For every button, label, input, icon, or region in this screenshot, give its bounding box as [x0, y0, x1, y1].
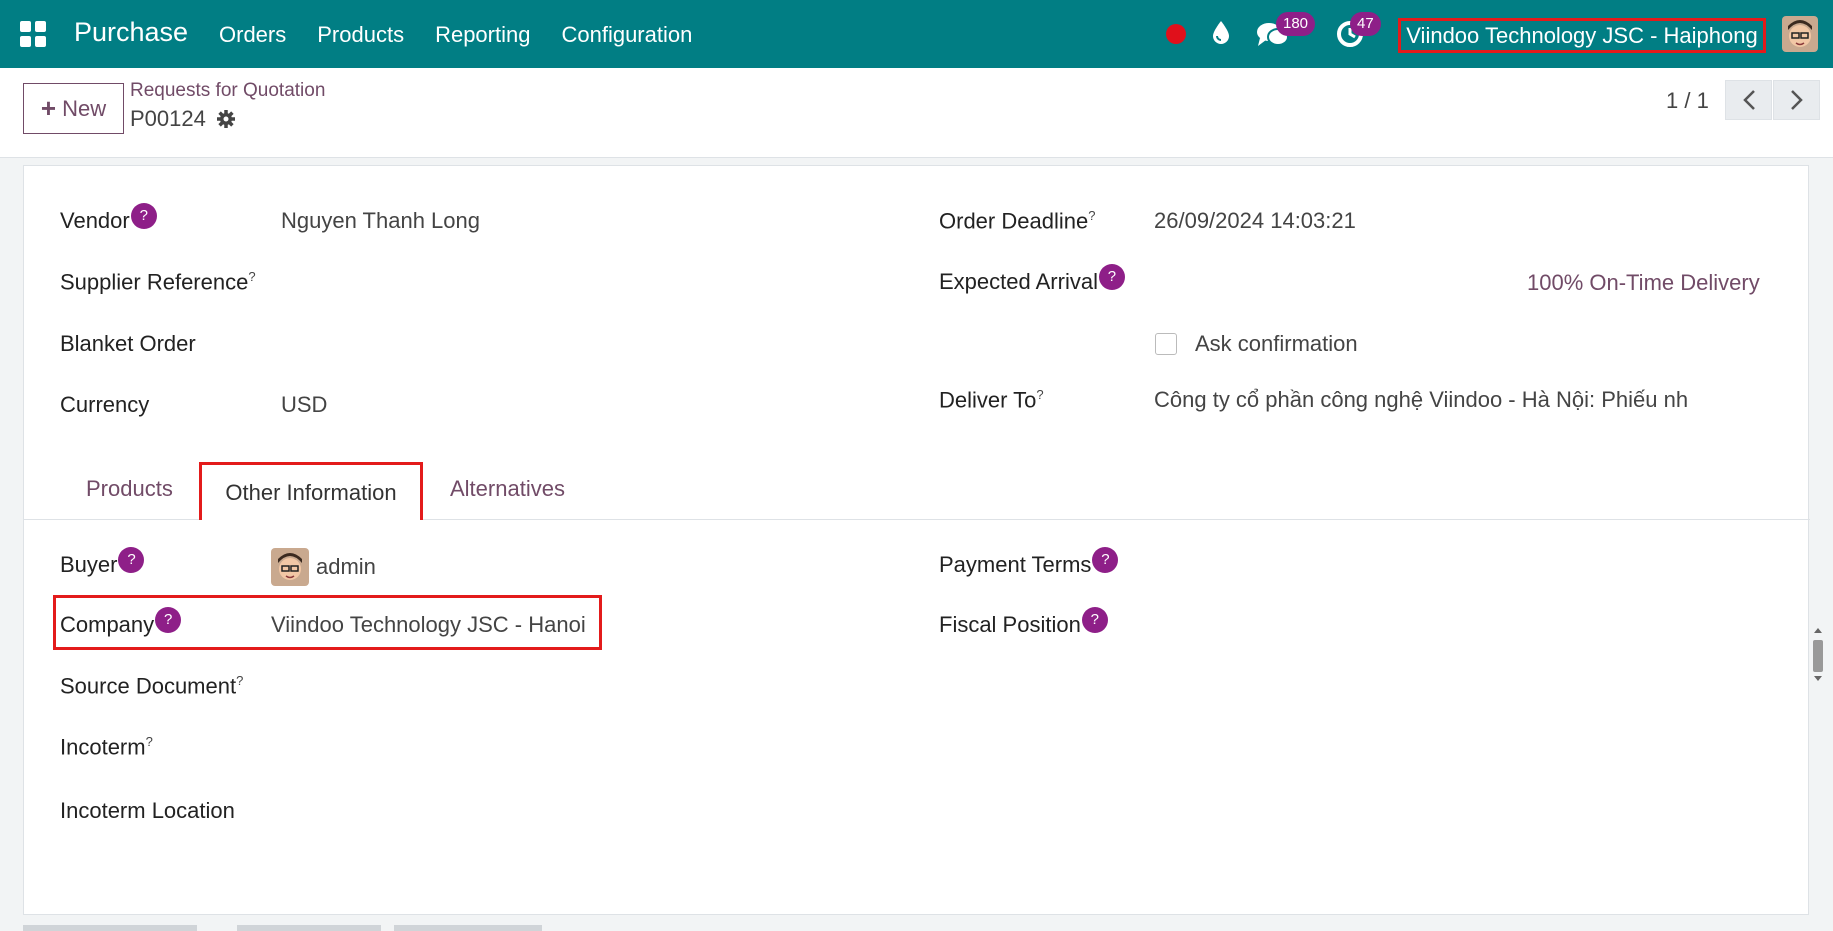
help-icon[interactable]: ?: [118, 547, 145, 573]
apps-icon[interactable]: [20, 21, 46, 47]
ask-confirmation-label: Ask confirmation: [1195, 331, 1358, 356]
help-icon[interactable]: ?: [146, 734, 153, 749]
activity-badge: 47: [1350, 12, 1381, 36]
menu-products[interactable]: Products: [317, 22, 404, 48]
chevron-left-icon: [1742, 90, 1755, 110]
scroll-down-arrow[interactable]: [1814, 676, 1822, 681]
chevron-right-icon: [1790, 90, 1803, 110]
order-deadline-label: Order Deadline?: [939, 208, 1096, 234]
currency-label: Currency: [60, 392, 150, 417]
plus-icon: +: [40, 93, 57, 123]
help-icon[interactable]: ?: [1081, 607, 1108, 633]
new-button-label: New: [62, 95, 107, 121]
menu-configuration[interactable]: Configuration: [561, 22, 692, 48]
help-icon[interactable]: ?: [155, 607, 182, 633]
order-deadline-field[interactable]: 26/09/2024 14:03:21: [1154, 208, 1356, 234]
bottom-panel-edge: [394, 925, 542, 931]
scroll-thumb[interactable]: [1813, 640, 1823, 672]
help-icon[interactable]: ?: [130, 203, 157, 229]
company-field[interactable]: Viindoo Technology JSC - Hanoi: [271, 612, 586, 638]
company-switcher[interactable]: Viindoo Technology JSC - Haiphong: [1398, 18, 1766, 53]
main-menu: Orders Products Reporting Configuration: [219, 22, 692, 48]
pager-previous-button[interactable]: [1725, 80, 1772, 120]
help-icon[interactable]: ?: [248, 269, 255, 284]
tab-products[interactable]: Products: [86, 476, 173, 502]
chat-badge: 180: [1276, 12, 1316, 36]
tab-other-information[interactable]: Other Information: [199, 462, 423, 520]
user-avatar[interactable]: [1782, 16, 1818, 52]
deliver-to-label: Deliver To?: [939, 387, 1044, 413]
pager-next-button[interactable]: [1773, 80, 1820, 120]
menu-reporting[interactable]: Reporting: [435, 22, 530, 48]
app-title[interactable]: Purchase: [74, 17, 188, 48]
supplier-reference-label: Supplier Reference?: [60, 269, 256, 295]
company-label: Company?: [60, 607, 182, 641]
fiscal-position-label: Fiscal Position?: [939, 607, 1108, 641]
breadcrumb[interactable]: Requests for Quotation: [130, 80, 325, 102]
menu-orders[interactable]: Orders: [219, 22, 286, 48]
scroll-up-arrow[interactable]: [1814, 628, 1822, 633]
pager-value[interactable]: 1 / 1: [1666, 88, 1709, 114]
help-icon[interactable]: ?: [236, 673, 243, 688]
record-title: P00124: [130, 106, 236, 132]
buyer-field[interactable]: admin: [316, 554, 376, 580]
help-icon[interactable]: ?: [1088, 208, 1095, 223]
scrollbar[interactable]: [1812, 628, 1824, 684]
payment-terms-label: Payment Terms?: [939, 547, 1119, 581]
control-panel: + New Requests for Quotation P00124 1 / …: [0, 68, 1833, 158]
tab-alternatives[interactable]: Alternatives: [450, 476, 565, 502]
form-sheet: Vendor? Nguyen Thanh Long Supplier Refer…: [23, 165, 1823, 915]
gear-icon[interactable]: [216, 109, 236, 129]
deliver-to-field[interactable]: Công ty cổ phần công nghệ Viindoo - Hà N…: [1154, 387, 1696, 413]
incoterm-label: Incoterm?: [60, 734, 153, 760]
vendor-label: Vendor?: [60, 203, 157, 237]
bottom-panel-edge: [237, 925, 381, 931]
incoterm-location-label: Incoterm Location: [60, 798, 235, 823]
help-icon[interactable]: ?: [1036, 387, 1043, 402]
help-icon[interactable]: ?: [1092, 547, 1119, 573]
bottom-panel-edge: [23, 925, 197, 931]
drop-icon[interactable]: [1210, 20, 1232, 46]
source-document-label: Source Document?: [60, 673, 244, 699]
top-navbar: Purchase Orders Products Reporting Confi…: [0, 0, 1833, 68]
ask-confirmation-checkbox[interactable]: [1155, 333, 1177, 355]
record-icon[interactable]: [1166, 24, 1186, 44]
currency-field[interactable]: USD: [281, 392, 327, 418]
new-button[interactable]: + New: [23, 83, 124, 134]
buyer-label: Buyer?: [60, 547, 145, 581]
vendor-field[interactable]: Nguyen Thanh Long: [281, 208, 480, 234]
on-time-delivery-link[interactable]: 100% On-Time Delivery: [1527, 270, 1760, 296]
blanket-order-label: Blanket Order: [60, 331, 196, 356]
help-icon[interactable]: ?: [1098, 264, 1125, 290]
buyer-avatar: [271, 548, 309, 586]
record-name: P00124: [130, 106, 206, 131]
expected-arrival-label: Expected Arrival?: [939, 264, 1125, 298]
